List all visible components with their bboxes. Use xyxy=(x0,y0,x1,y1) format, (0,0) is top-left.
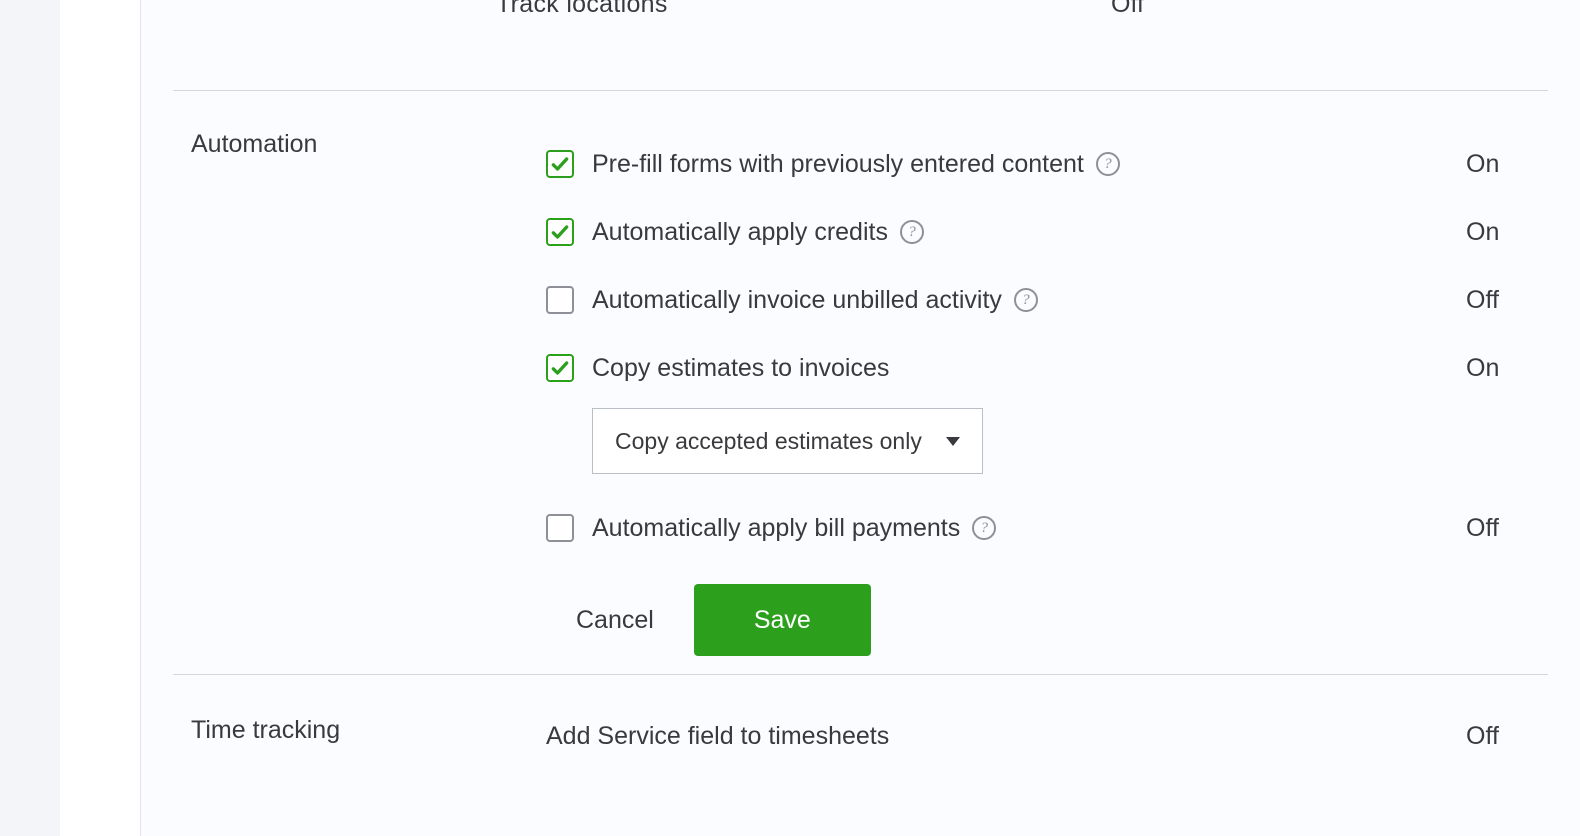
setting-row-copy-estimates: Copy estimates to invoices xyxy=(546,334,1246,402)
settings-panel: Track locations Off Automation Pre-fill … xyxy=(140,0,1580,836)
check-icon xyxy=(550,222,570,242)
automation-title: Automation xyxy=(191,130,317,159)
setting-row-credits: Automatically apply credits ? xyxy=(546,198,1246,266)
time-tracking-settings-list: Add Service field to timesheets xyxy=(546,716,1246,756)
checkbox-invoice-unbilled[interactable] xyxy=(546,286,574,314)
cancel-button[interactable]: Cancel xyxy=(572,598,658,643)
chevron-down-icon xyxy=(946,437,960,446)
help-icon[interactable]: ? xyxy=(1014,288,1038,312)
setting-row-bill-payments: Automatically apply bill payments ? xyxy=(546,494,1246,562)
status-value: Off xyxy=(1466,494,1499,562)
setting-label: Automatically invoice unbilled activity xyxy=(592,286,1002,315)
checkbox-prefill[interactable] xyxy=(546,150,574,178)
button-row: Cancel Save xyxy=(572,584,1246,656)
checkbox-copy-estimates[interactable] xyxy=(546,354,574,382)
setting-label: Copy estimates to invoices xyxy=(592,354,889,383)
checkbox-bill-payments[interactable] xyxy=(546,514,574,542)
help-icon[interactable]: ? xyxy=(900,220,924,244)
setting-row-service-field: Add Service field to timesheets xyxy=(546,716,1246,756)
section-divider xyxy=(173,674,1548,675)
top-partial-row: Track locations Off xyxy=(141,0,1580,30)
check-icon xyxy=(550,154,570,174)
setting-row-invoice-unbilled: Automatically invoice unbilled activity … xyxy=(546,266,1246,334)
copy-estimates-dropdown[interactable]: Copy accepted estimates only xyxy=(592,408,983,474)
setting-label: Automatically apply bill payments xyxy=(592,514,960,543)
status-value: Off xyxy=(1466,716,1499,756)
status-value: On xyxy=(1466,130,1499,198)
setting-row-prefill: Pre-fill forms with previously entered c… xyxy=(546,130,1246,198)
status-value: On xyxy=(1466,198,1499,266)
copy-estimates-dropdown-wrap: Copy accepted estimates only xyxy=(592,408,1246,474)
time-tracking-title: Time tracking xyxy=(191,716,340,745)
outer-container: Track locations Off Automation Pre-fill … xyxy=(60,0,1580,836)
setting-label: Pre-fill forms with previously entered c… xyxy=(592,150,1084,179)
save-button[interactable]: Save xyxy=(694,584,871,656)
help-icon[interactable]: ? xyxy=(972,516,996,540)
section-divider xyxy=(173,90,1548,91)
track-locations-label: Track locations xyxy=(496,0,668,19)
track-locations-status: Off xyxy=(1111,0,1144,19)
dropdown-selected-text: Copy accepted estimates only xyxy=(615,428,922,455)
time-tracking-status-col: Off xyxy=(1466,716,1499,756)
setting-label: Automatically apply credits xyxy=(592,218,888,247)
status-spacer xyxy=(1466,402,1499,494)
status-value: On xyxy=(1466,334,1499,402)
status-value: Off xyxy=(1466,266,1499,334)
help-icon[interactable]: ? xyxy=(1096,152,1120,176)
automation-settings-list: Pre-fill forms with previously entered c… xyxy=(546,130,1246,656)
setting-label: Add Service field to timesheets xyxy=(546,722,889,751)
check-icon xyxy=(550,358,570,378)
automation-status-col: On On Off On Off xyxy=(1466,130,1499,562)
checkbox-credits[interactable] xyxy=(546,218,574,246)
